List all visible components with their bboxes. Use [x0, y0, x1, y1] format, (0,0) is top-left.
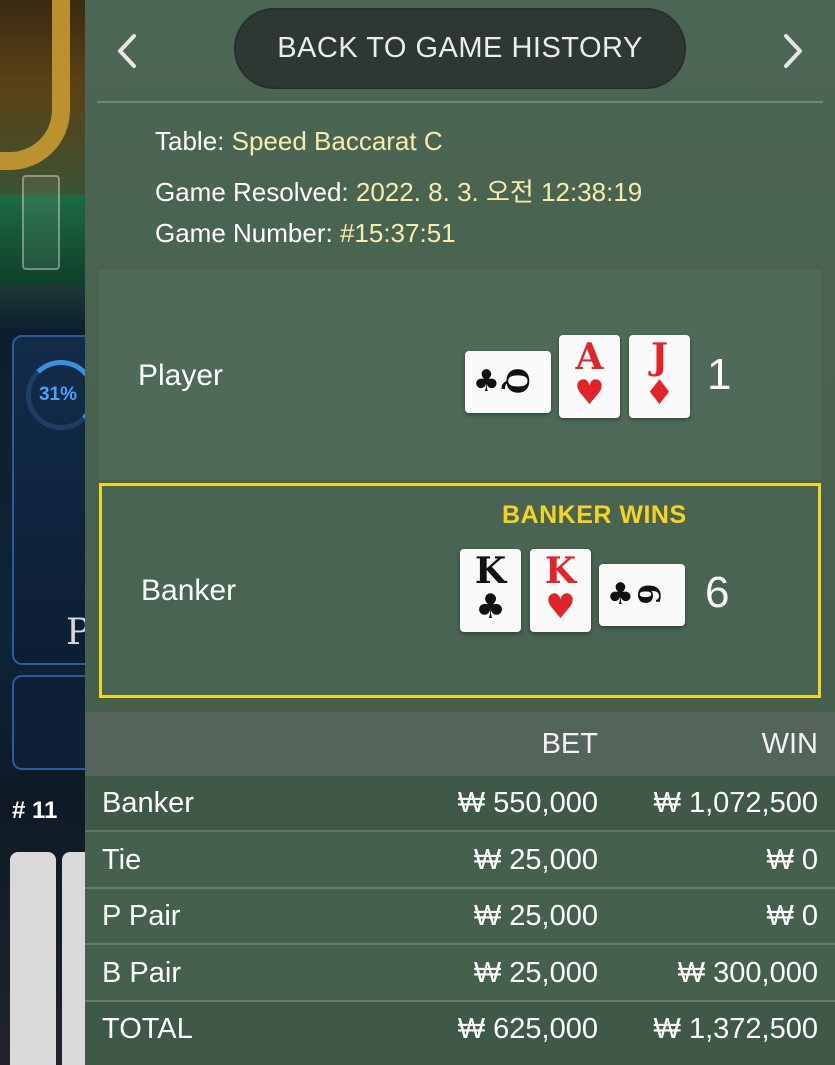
- total-label: TOTAL: [102, 1013, 193, 1045]
- card-rank: 6: [630, 583, 666, 605]
- bet-amount: ₩ 25,000: [473, 900, 598, 932]
- table-info: Table: Speed Baccarat C: [155, 126, 443, 157]
- back-to-history-button[interactable]: BACK TO GAME HISTORY: [234, 8, 686, 89]
- resolved-value: 2022. 8. 3. 오전 12:38:19: [355, 177, 643, 207]
- game-number-label: Game Number:: [155, 218, 340, 248]
- gold-arch-decoration: [0, 0, 70, 170]
- card-suit: ♥: [545, 587, 576, 627]
- card-rank: Q: [499, 367, 535, 395]
- total-row: TOTAL ₩ 625,000 ₩ 1,372,500: [85, 1002, 835, 1065]
- previous-game-button[interactable]: [105, 26, 149, 76]
- game-number-info: Game Number: #15:37:51: [155, 218, 456, 249]
- player-card-2: A ♥: [559, 335, 620, 418]
- card-rank: J: [650, 336, 669, 378]
- background-game-table: 31% P # 11: [0, 0, 86, 1065]
- chevron-right-icon: [784, 34, 802, 68]
- card-rank: K: [544, 550, 577, 592]
- timer-percent: 31%: [38, 384, 78, 405]
- side-bet-spot[interactable]: [12, 675, 86, 770]
- chevron-left-icon: [118, 34, 136, 68]
- player-card-3: J ♦: [629, 335, 690, 418]
- table-label: Table:: [155, 126, 232, 156]
- banker-hand-label: Banker: [141, 574, 237, 607]
- table-value: Speed Baccarat C: [231, 126, 443, 156]
- card-rank: A: [575, 336, 604, 378]
- banker-card-3: ♣ 6: [599, 564, 685, 626]
- bet-type: P Pair: [102, 900, 181, 932]
- win-column-header: WIN: [761, 728, 818, 760]
- card-shoe: [22, 175, 60, 270]
- card-suit: ♣: [475, 587, 506, 627]
- player-spot-label: P: [66, 612, 86, 653]
- bet-type: B Pair: [102, 957, 181, 989]
- player-hand-label: Player: [138, 359, 224, 392]
- total-win-amount: ₩ 1,372,500: [653, 1013, 818, 1045]
- resolved-label: Game Resolved:: [155, 177, 356, 207]
- bet-amount: ₩ 25,000: [473, 957, 598, 989]
- banker-wins-badge: BANKER WINS: [502, 501, 687, 529]
- table-row: B Pair ₩ 25,000 ₩ 300,000: [85, 946, 835, 1002]
- bet-type: Banker: [102, 787, 194, 819]
- win-amount: ₩ 1,072,500: [653, 787, 818, 819]
- header-divider: [97, 101, 823, 103]
- win-amount: ₩ 0: [766, 844, 818, 876]
- win-amount: ₩ 0: [766, 900, 818, 932]
- big-road: [62, 852, 86, 1065]
- round-number: # 11: [12, 797, 58, 824]
- total-bet-amount: ₩ 625,000: [457, 1013, 598, 1045]
- banker-hand: BANKER WINS Banker K ♣ K ♥ ♣ 6 6: [99, 483, 821, 698]
- resolved-info: Game Resolved: 2022. 8. 3. 오전 12:38:19: [155, 172, 642, 209]
- game-history-detail: BACK TO GAME HISTORY Table: Speed Baccar…: [85, 0, 835, 1065]
- bead-road: [10, 852, 56, 1065]
- bet-amount: ₩ 25,000: [473, 844, 598, 876]
- bet-column-header: BET: [541, 728, 598, 760]
- game-number-value: #15:37:51: [339, 218, 456, 248]
- table-row: Banker ₩ 550,000 ₩ 1,072,500: [85, 776, 835, 832]
- card-rank: K: [474, 550, 507, 592]
- player-card-1: ♣ Q: [465, 351, 551, 413]
- banker-card-2: K ♥: [530, 549, 591, 632]
- win-amount: ₩ 300,000: [677, 957, 818, 989]
- table-row: P Pair ₩ 25,000 ₩ 0: [85, 889, 835, 945]
- card-suit: ♥: [574, 373, 605, 413]
- player-hand: Player ♣ Q A ♥ J ♦ 1: [99, 270, 821, 480]
- banker-card-1: K ♣: [460, 549, 521, 632]
- next-game-button[interactable]: [771, 26, 815, 76]
- player-score: 1: [707, 350, 732, 399]
- bets-table-header: BET WIN: [85, 712, 835, 776]
- card-suit: ♦: [644, 373, 675, 413]
- bet-amount: ₩ 550,000: [457, 787, 598, 819]
- table-row: Tie ₩ 25,000 ₩ 0: [85, 833, 835, 889]
- banker-score: 6: [705, 568, 730, 617]
- bet-type: Tie: [102, 844, 142, 876]
